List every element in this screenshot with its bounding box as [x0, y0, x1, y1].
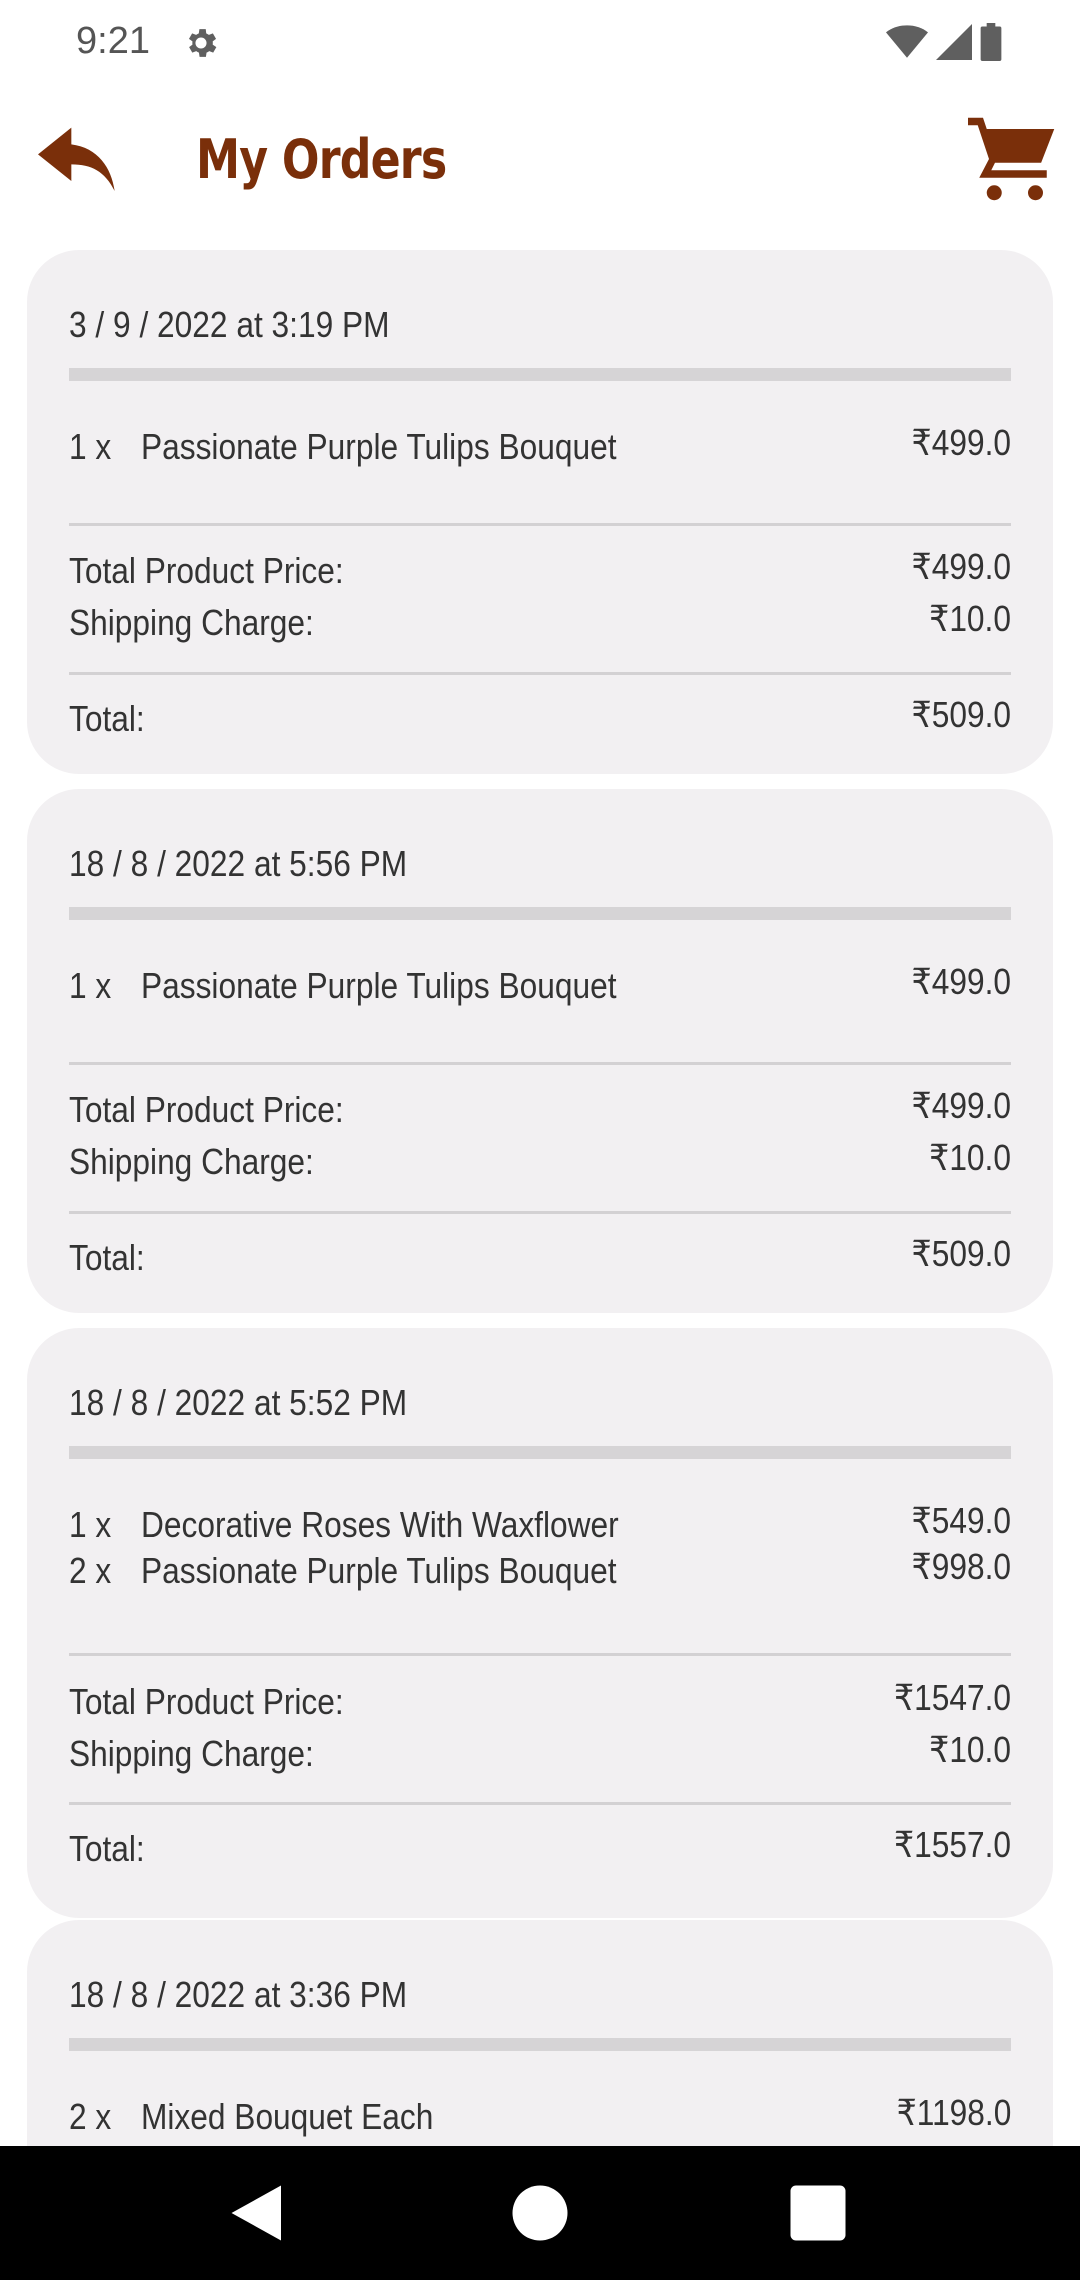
- back-button[interactable]: [38, 126, 118, 196]
- divider: [69, 2038, 1011, 2051]
- order-date: 18 / 8 / 2022 at 5:52 PM: [69, 1382, 408, 1423]
- page-title: My Orders: [196, 128, 447, 191]
- cart-icon: [968, 117, 1055, 201]
- order-total: ₹1557.0: [893, 1824, 1011, 1865]
- order-item-row: 1 x Decorative Roses With Waxflower ₹549…: [69, 1500, 1011, 1550]
- shipping-row: Shipping Charge: ₹10.0: [69, 1729, 1011, 1779]
- divider: [69, 1062, 1011, 1065]
- shipping-charge: ₹10.0: [929, 1729, 1011, 1770]
- orders-list[interactable]: 3 / 9 / 2022 at 3:19 PM 1 x Passionate P…: [0, 250, 1080, 2146]
- total-product-row: Total Product Price: ₹499.0: [69, 1085, 1011, 1135]
- total-product-price: ₹499.0: [911, 1085, 1011, 1126]
- total-product-row: Total Product Price: ₹499.0: [69, 546, 1011, 596]
- status-time: 9:21: [76, 20, 150, 62]
- shipping-charge: ₹10.0: [929, 598, 1011, 639]
- total-product-label: Total Product Price:: [69, 1681, 344, 1722]
- status-icons: [886, 22, 1002, 62]
- item-name: Passionate Purple Tulips Bouquet: [141, 965, 617, 1006]
- nav-recents-icon[interactable]: [785, 2180, 851, 2246]
- order-date: 3 / 9 / 2022 at 3:19 PM: [69, 304, 390, 345]
- item-quantity: 1 x: [69, 965, 112, 1006]
- total-label: Total:: [69, 1237, 145, 1278]
- order-total: ₹509.0: [911, 694, 1011, 735]
- battery-icon: [980, 23, 1002, 61]
- item-price: ₹499.0: [911, 422, 1011, 463]
- order-item-row: 2 x Mixed Bouquet Each ₹1198.0: [69, 2092, 1011, 2142]
- total-row: Total: ₹509.0: [69, 694, 1011, 744]
- divider: [69, 1653, 1011, 1656]
- divider: [69, 368, 1011, 381]
- shipping-label: Shipping Charge:: [69, 602, 314, 643]
- item-name: Mixed Bouquet Each: [141, 2096, 434, 2137]
- item-quantity: 1 x: [69, 1504, 112, 1545]
- order-item-row: 1 x Passionate Purple Tulips Bouquet ₹49…: [69, 422, 1011, 472]
- total-row: Total: ₹509.0: [69, 1233, 1011, 1283]
- order-date: 18 / 8 / 2022 at 3:36 PM: [69, 1974, 408, 2015]
- shipping-row: Shipping Charge: ₹10.0: [69, 1137, 1011, 1187]
- divider: [69, 523, 1011, 526]
- divider: [69, 672, 1011, 675]
- total-product-price: ₹499.0: [911, 546, 1011, 587]
- back-arrow-icon: [38, 127, 115, 191]
- cart-button[interactable]: [968, 114, 1058, 204]
- item-name: Decorative Roses With Waxflower: [141, 1504, 619, 1545]
- order-item-row: 1 x Passionate Purple Tulips Bouquet ₹49…: [69, 961, 1011, 1011]
- order-date: 18 / 8 / 2022 at 5:56 PM: [69, 843, 408, 884]
- total-row: Total: ₹1557.0: [69, 1824, 1011, 1874]
- shipping-charge: ₹10.0: [929, 1137, 1011, 1178]
- item-name: Passionate Purple Tulips Bouquet: [141, 426, 617, 467]
- order-card: 3 / 9 / 2022 at 3:19 PM 1 x Passionate P…: [27, 250, 1053, 774]
- status-bar: 9:21: [0, 0, 1080, 86]
- total-product-label: Total Product Price:: [69, 550, 344, 591]
- item-name: Passionate Purple Tulips Bouquet: [141, 1550, 617, 1591]
- total-product-label: Total Product Price:: [69, 1089, 344, 1130]
- signal-icon: [936, 24, 972, 60]
- item-quantity: 2 x: [69, 1550, 112, 1591]
- total-label: Total:: [69, 698, 145, 739]
- item-price: ₹998.0: [911, 1546, 1011, 1587]
- item-price: ₹1198.0: [896, 2092, 1011, 2133]
- total-label: Total:: [69, 1828, 145, 1869]
- app-bar: My Orders: [0, 100, 1080, 220]
- nav-home-icon[interactable]: [507, 2180, 573, 2246]
- divider: [69, 1802, 1011, 1805]
- item-quantity: 1 x: [69, 426, 112, 467]
- nav-back-icon[interactable]: [226, 2180, 292, 2246]
- total-product-row: Total Product Price: ₹1547.0: [69, 1677, 1011, 1727]
- item-price: ₹499.0: [911, 961, 1011, 1002]
- shipping-label: Shipping Charge:: [69, 1141, 314, 1182]
- item-price: ₹549.0: [911, 1500, 1011, 1541]
- wifi-icon: [886, 25, 928, 58]
- order-total: ₹509.0: [911, 1233, 1011, 1274]
- item-quantity: 2 x: [69, 2096, 112, 2137]
- divider: [69, 1211, 1011, 1214]
- order-card: 18 / 8 / 2022 at 5:56 PM 1 x Passionate …: [27, 789, 1053, 1313]
- shipping-label: Shipping Charge:: [69, 1733, 314, 1774]
- order-card: 18 / 8 / 2022 at 3:36 PM 2 x Mixed Bouqu…: [27, 1920, 1053, 2146]
- system-nav-bar: [0, 2146, 1080, 2280]
- total-product-price: ₹1547.0: [893, 1677, 1011, 1718]
- order-item-row: 2 x Passionate Purple Tulips Bouquet ₹99…: [69, 1546, 1011, 1596]
- gear-icon: [188, 29, 217, 57]
- shipping-row: Shipping Charge: ₹10.0: [69, 598, 1011, 648]
- divider: [69, 907, 1011, 920]
- divider: [69, 1446, 1011, 1459]
- order-card: 18 / 8 / 2022 at 5:52 PM 1 x Decorative …: [27, 1328, 1053, 1918]
